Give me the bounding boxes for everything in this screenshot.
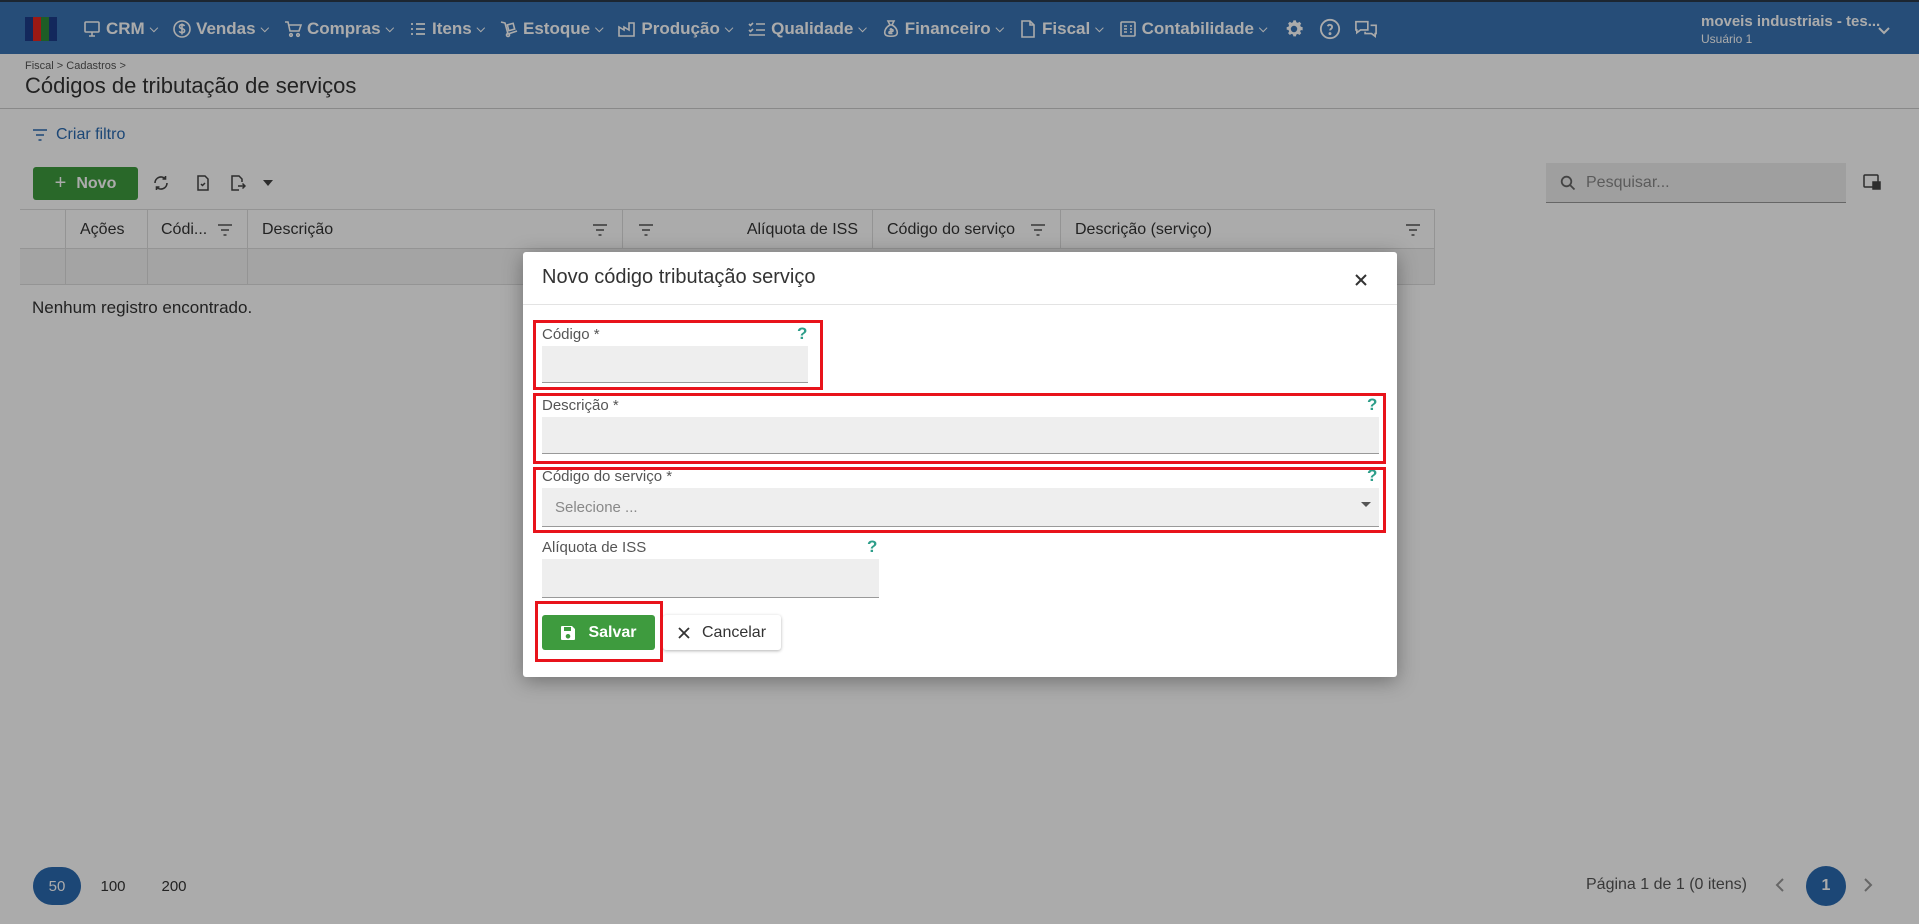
close-icon[interactable] xyxy=(1348,267,1374,293)
dialog-title: Novo código tributação serviço xyxy=(542,266,816,288)
codigo-field[interactable] xyxy=(542,346,808,383)
descricao-input[interactable] xyxy=(542,417,1379,453)
codigo-servico-select[interactable]: Selecione ... xyxy=(542,488,1379,527)
aliquota-help-icon[interactable]: ? xyxy=(867,537,877,557)
cancel-button[interactable]: Cancelar xyxy=(663,615,781,650)
save-button[interactable]: Salvar xyxy=(542,615,655,650)
codigo-input[interactable] xyxy=(542,346,808,382)
aliquota-input[interactable] xyxy=(542,559,879,597)
descricao-label: Descrição * xyxy=(542,397,619,414)
new-service-tax-code-dialog: Novo código tributação serviço Código * … xyxy=(523,252,1397,677)
codigo-servico-label: Código do serviço * xyxy=(542,468,673,485)
codigo-label: Código * xyxy=(542,326,600,343)
codigo-help-icon[interactable]: ? xyxy=(797,324,807,344)
divider xyxy=(523,304,1397,305)
aliquota-label: Alíquota de ISS xyxy=(542,539,647,556)
descricao-field[interactable] xyxy=(542,417,1379,454)
caret-down-icon[interactable] xyxy=(1361,502,1371,507)
close-icon xyxy=(678,626,690,639)
aliquota-field[interactable] xyxy=(542,559,879,598)
codigo-servico-help-icon[interactable]: ? xyxy=(1367,466,1377,486)
save-icon xyxy=(561,625,576,640)
select-placeholder: Selecione ... xyxy=(555,499,638,516)
descricao-help-icon[interactable]: ? xyxy=(1367,395,1377,415)
